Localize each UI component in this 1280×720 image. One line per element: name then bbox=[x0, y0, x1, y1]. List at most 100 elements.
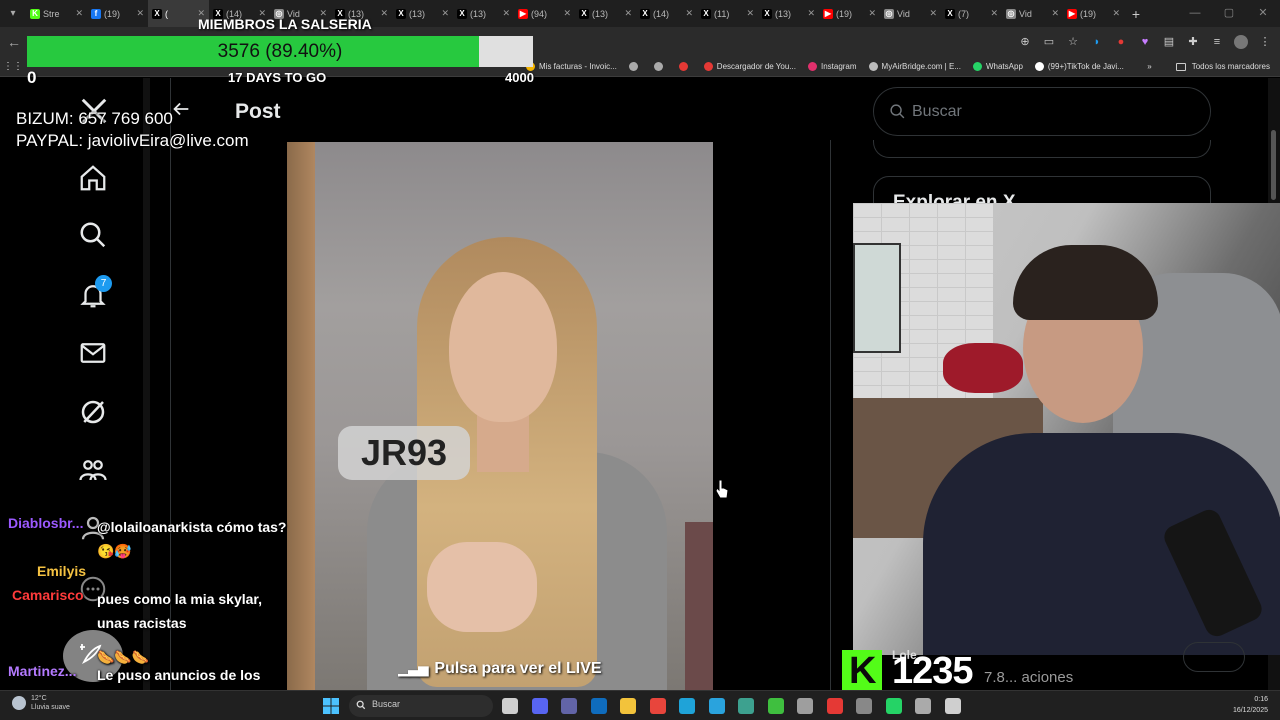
discord-icon[interactable] bbox=[531, 698, 548, 714]
extension-icon[interactable]: ♥ bbox=[1138, 35, 1152, 49]
bookmark-label: MyAirBridge.com | E... bbox=[881, 61, 961, 71]
browser-back-button[interactable]: ← bbox=[0, 34, 28, 50]
bookmark-item[interactable]: WhatsApp bbox=[972, 61, 1023, 71]
close-tab-icon[interactable]: ✕ bbox=[624, 8, 632, 19]
maximize-button[interactable]: ▢ bbox=[1212, 0, 1246, 27]
apps-grid-icon[interactable]: ⋮⋮ bbox=[0, 61, 26, 72]
zoom-icon[interactable]: ⊕ bbox=[1018, 35, 1032, 49]
search-placeholder: Buscar bbox=[912, 103, 962, 120]
settings-icon[interactable] bbox=[856, 698, 872, 714]
close-tab-icon[interactable]: ✕ bbox=[868, 8, 876, 19]
home-icon[interactable] bbox=[78, 163, 108, 193]
edge-icon[interactable] bbox=[679, 698, 695, 714]
browser-tab[interactable]: X (7) ✕ bbox=[941, 0, 1002, 27]
folder-icon[interactable] bbox=[1175, 62, 1186, 71]
tab-list-button[interactable]: ▾ bbox=[0, 0, 26, 27]
notifications-badge: 7 bbox=[95, 275, 112, 292]
ball-icon[interactable] bbox=[826, 698, 843, 714]
goal-min: 0 bbox=[27, 68, 37, 87]
telegram-icon[interactable] bbox=[708, 698, 725, 714]
file-explorer-icon[interactable] bbox=[620, 698, 636, 714]
browser-tab[interactable]: X (13) ✕ bbox=[453, 0, 514, 27]
browser-tab[interactable]: ◎ Vid ✕ bbox=[880, 0, 941, 27]
bookmark-item[interactable]: (99+)TikTok de Javi... bbox=[1034, 61, 1124, 71]
chat-username[interactable]: Emilyis bbox=[37, 563, 86, 579]
browser-tab[interactable]: X (14) ✕ bbox=[636, 0, 697, 27]
search-icon[interactable] bbox=[78, 220, 108, 250]
close-tab-icon[interactable]: ✕ bbox=[1051, 8, 1059, 19]
browser-tab[interactable]: X (13) ✕ bbox=[758, 0, 819, 27]
browser-tab[interactable]: K Stre ✕ bbox=[26, 0, 87, 27]
chat-username[interactable]: Camarisco bbox=[12, 587, 84, 603]
browser-tab[interactable]: X (13) ✕ bbox=[575, 0, 636, 27]
windows-start-icon[interactable] bbox=[323, 698, 339, 714]
chrome-icon[interactable] bbox=[649, 698, 666, 714]
obs-icon[interactable] bbox=[797, 698, 813, 714]
cast-icon[interactable]: ▭ bbox=[1042, 35, 1056, 49]
bookmark-item[interactable] bbox=[628, 61, 642, 71]
bookmark-star-icon[interactable]: ☆ bbox=[1066, 35, 1080, 49]
browser-tab-label: Vid bbox=[1019, 8, 1032, 19]
browser-tab[interactable]: ▶ (19) ✕ bbox=[819, 0, 880, 27]
browser-tab[interactable]: X (13) ✕ bbox=[392, 0, 453, 27]
extension-icon[interactable]: ◗ bbox=[1090, 35, 1104, 49]
browser-tab[interactable]: X (11) ✕ bbox=[697, 0, 758, 27]
communities-icon[interactable] bbox=[78, 455, 108, 485]
bookmark-item[interactable]: Instagram bbox=[807, 61, 857, 71]
task-view-icon[interactable] bbox=[502, 698, 518, 714]
green-app-icon[interactable] bbox=[767, 698, 784, 714]
bookmark-item[interactable]: MyAirBridge.com | E... bbox=[868, 61, 961, 71]
network-icon[interactable] bbox=[738, 698, 754, 714]
chat-username[interactable]: Diablosbr... bbox=[8, 515, 83, 531]
close-tab-icon[interactable]: ✕ bbox=[685, 8, 693, 19]
taskbar-search-input[interactable] bbox=[349, 695, 493, 717]
watch-live-cta[interactable]: ▁▃▅ Pulsa para ver el LIVE bbox=[287, 654, 713, 684]
capture-icon[interactable] bbox=[915, 698, 931, 714]
chat-username[interactable]: Martinez... bbox=[8, 663, 76, 679]
close-tab-icon[interactable]: ✕ bbox=[136, 8, 144, 19]
post-video[interactable]: JR93 ▁▃▅ Pulsa para ver el LIVE bbox=[287, 142, 713, 690]
browser-tab-label: Stre bbox=[43, 8, 60, 19]
reading-list-icon[interactable]: ≡ bbox=[1210, 35, 1224, 49]
menu-icon[interactable]: ⋮ bbox=[1258, 35, 1272, 49]
extension-icon[interactable]: ▤ bbox=[1162, 35, 1176, 49]
close-tab-icon[interactable]: ✕ bbox=[75, 8, 83, 19]
minimize-button[interactable]: — bbox=[1178, 0, 1212, 27]
grok-icon[interactable] bbox=[78, 397, 108, 427]
close-tab-icon[interactable]: ✕ bbox=[380, 8, 388, 19]
scrollbar-thumb[interactable] bbox=[1271, 130, 1276, 200]
close-tab-icon[interactable]: ✕ bbox=[746, 8, 754, 19]
browser-tab[interactable]: ▶ (19) ✕ bbox=[1063, 0, 1124, 27]
close-tab-icon[interactable]: ✕ bbox=[1112, 8, 1120, 19]
bookmark-label: Mis facturas - Invoic... bbox=[539, 61, 617, 71]
bookmark-item[interactable] bbox=[678, 61, 692, 71]
follow-pill[interactable] bbox=[1183, 642, 1245, 672]
whatsapp-icon[interactable] bbox=[885, 698, 902, 714]
youtube-icon: ▶ bbox=[518, 8, 528, 19]
browser-tab[interactable]: ◎ Vid ✕ bbox=[1002, 0, 1063, 27]
close-tab-icon[interactable]: ✕ bbox=[929, 8, 937, 19]
bookmarks-overflow-icon[interactable]: » bbox=[1147, 62, 1151, 71]
close-tab-icon[interactable]: ✕ bbox=[563, 8, 571, 19]
new-tab-button[interactable]: + bbox=[1124, 6, 1148, 22]
messages-mail-icon[interactable] bbox=[78, 338, 108, 368]
close-tab-icon[interactable]: ✕ bbox=[807, 8, 815, 19]
extensions-puzzle-icon[interactable]: ✚ bbox=[1186, 35, 1200, 49]
extension-icon[interactable]: ● bbox=[1114, 35, 1128, 49]
bookmark-item[interactable]: Mis facturas - Invoic... bbox=[526, 61, 617, 71]
bookmark-item[interactable] bbox=[653, 61, 667, 71]
profile-avatar[interactable] bbox=[1234, 34, 1248, 49]
system-clock[interactable]: 0:16 16/12/2025 bbox=[1233, 694, 1268, 716]
close-tab-icon[interactable]: ✕ bbox=[990, 8, 998, 19]
browser-tab[interactable]: ▶ (94) ✕ bbox=[514, 0, 575, 27]
close-window-button[interactable]: ✕ bbox=[1246, 0, 1280, 27]
teams-icon[interactable] bbox=[561, 698, 577, 714]
close-tab-icon[interactable]: ✕ bbox=[502, 8, 510, 19]
all-bookmarks-label[interactable]: Todos los marcadores bbox=[1192, 62, 1270, 71]
weather-widget[interactable]: 12°C Lluvia suave bbox=[12, 694, 70, 712]
bookmark-item[interactable]: Descargador de You... bbox=[703, 61, 796, 71]
browser-tab[interactable]: f (19) ✕ bbox=[87, 0, 148, 27]
notepad-icon[interactable] bbox=[944, 698, 961, 714]
outlook-icon[interactable] bbox=[590, 698, 607, 714]
close-tab-icon[interactable]: ✕ bbox=[441, 8, 449, 19]
